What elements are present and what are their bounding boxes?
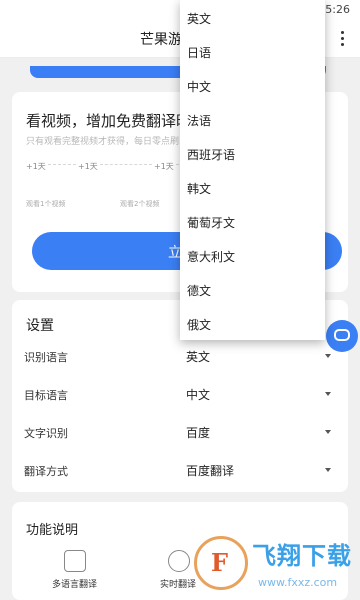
status-time: 5:26 — [325, 3, 350, 16]
progress-dash — [100, 164, 152, 165]
watermark-title: 飞翔下载 — [252, 542, 352, 570]
caret-down-icon — [325, 392, 331, 396]
setting-value: 英文 — [186, 350, 211, 364]
dropdown-option[interactable]: 法语 — [180, 104, 325, 138]
setting-value: 百度 — [186, 426, 211, 440]
chat-icon — [334, 329, 350, 341]
dropdown-option[interactable]: 俄文 — [180, 308, 325, 342]
setting-label: 目标语言 — [24, 389, 68, 402]
setting-row-translation-method[interactable]: 翻译方式 百度翻译 — [12, 452, 348, 488]
features-title: 功能说明 — [26, 523, 79, 538]
dropdown-option[interactable]: 日语 — [180, 36, 325, 70]
app-title: 芒果游 — [140, 32, 182, 48]
setting-value: 中文 — [186, 388, 211, 402]
dropdown-option[interactable]: 德文 — [180, 274, 325, 308]
setting-label: 文字识别 — [24, 427, 68, 440]
setting-row-ocr[interactable]: 文字识别 百度 — [12, 414, 348, 450]
watch-count-label: 观看1个视频 — [26, 200, 66, 208]
video-card-subtitle: 只有观看完整视频才获得，每日零点刷 — [26, 137, 180, 147]
setting-label: 翻译方式 — [24, 465, 68, 478]
caret-down-icon — [325, 430, 331, 434]
progress-dash — [48, 164, 76, 165]
feature-label: 多语言翻译 — [52, 580, 98, 590]
language-dropdown-menu: 英文 日语 中文 法语 西班牙语 韩文 葡萄牙文 意大利文 德文 俄文 — [180, 0, 325, 340]
translate-icon[interactable] — [64, 550, 86, 572]
watermark-url: www.fxxz.com — [258, 576, 338, 589]
more-vert-icon[interactable] — [332, 28, 352, 50]
chat-button[interactable] — [326, 320, 358, 352]
day-reward-label: +1天 — [78, 162, 98, 171]
dropdown-option[interactable]: 韩文 — [180, 172, 325, 206]
timer-icon[interactable] — [168, 550, 190, 572]
watermark-logo: F — [194, 536, 248, 590]
dropdown-option[interactable]: 英文 — [180, 2, 325, 36]
dropdown-option[interactable]: 意大利文 — [180, 240, 325, 274]
dropdown-option[interactable]: 葡萄牙文 — [180, 206, 325, 240]
dropdown-option[interactable]: 中文 — [180, 70, 325, 104]
caret-down-icon — [325, 354, 331, 358]
dropdown-option[interactable]: 西班牙语 — [180, 138, 325, 172]
day-reward-label: +1天 — [26, 162, 46, 171]
watermark: F 飞翔下载 www.fxxz.com — [190, 530, 360, 600]
setting-value: 百度翻译 — [186, 464, 235, 478]
settings-title: 设置 — [26, 318, 54, 334]
day-reward-label: +1天 — [154, 162, 174, 171]
video-card-title: 看视频，增加免费翻译时间 — [26, 112, 207, 130]
setting-row-target-language[interactable]: 目标语言 中文 — [12, 376, 348, 412]
caret-down-icon — [325, 468, 331, 472]
watch-count-label: 观看2个视频 — [120, 200, 160, 208]
setting-label: 识别语言 — [24, 351, 68, 364]
setting-row-recognition-language[interactable]: 识别语言 英文 — [12, 338, 348, 374]
